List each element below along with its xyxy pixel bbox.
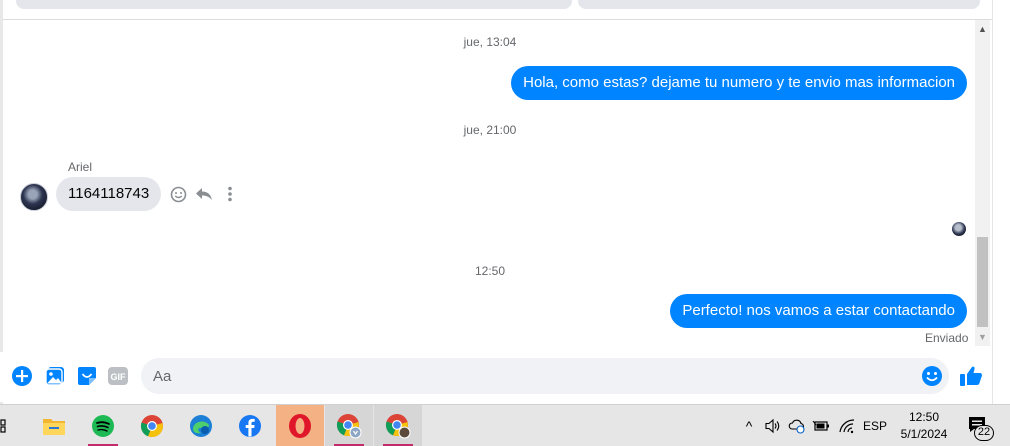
message-outgoing[interactable]: Hola, como estas? dejame tu numero y te … <box>511 66 967 100</box>
notification-count-badge: 22 <box>974 425 994 441</box>
add-icon[interactable] <box>11 365 33 387</box>
seen-avatar <box>952 222 966 236</box>
top-panel-left <box>16 0 572 9</box>
composer: GIF <box>0 352 992 402</box>
clock-date: 5/1/2024 <box>900 427 948 441</box>
message-input[interactable] <box>153 358 913 394</box>
wifi-icon[interactable] <box>836 405 858 446</box>
more-options-icon[interactable] <box>221 185 239 203</box>
task-view-icon[interactable] <box>0 405 17 446</box>
taskbar: ^ ESP 12:50 5/1/2024 22 <box>0 404 1010 446</box>
scrollbar[interactable]: ▲ ▼ <box>975 20 990 346</box>
scroll-thumb[interactable] <box>977 237 988 327</box>
message-actions <box>169 185 239 203</box>
spotify-icon[interactable] <box>79 405 127 446</box>
timestamp: jue, 13:04 <box>463 35 517 49</box>
photo-icon[interactable] <box>44 365 66 387</box>
clock-time: 12:50 <box>908 410 940 424</box>
chrome-icon[interactable] <box>128 405 176 446</box>
facebook-icon[interactable] <box>226 405 274 446</box>
timestamp: 12:50 <box>474 264 506 278</box>
like-icon[interactable] <box>958 363 984 389</box>
gif-icon[interactable]: GIF <box>107 365 129 387</box>
onedrive-sync-icon[interactable] <box>786 405 808 446</box>
chrome-profile-icon[interactable] <box>374 405 422 446</box>
scroll-up-arrow-icon[interactable]: ▲ <box>975 22 990 36</box>
message-incoming[interactable]: 1164118743 <box>56 177 162 211</box>
edge-icon[interactable] <box>177 405 225 446</box>
page: jue, 13:04 Hola, como estas? dejame tu n… <box>0 0 1010 446</box>
timestamp: jue, 21:00 <box>463 123 517 137</box>
volume-icon[interactable] <box>762 405 784 446</box>
top-strip <box>0 0 1010 22</box>
react-emoji-icon[interactable] <box>169 185 187 203</box>
language-indicator[interactable]: ESP <box>860 405 890 446</box>
message-outgoing[interactable]: Perfecto! nos vamos a estar contactando <box>670 294 967 328</box>
top-panel-right <box>578 0 980 9</box>
battery-icon[interactable] <box>810 405 832 446</box>
message-input-box[interactable] <box>141 358 949 394</box>
file-explorer-icon[interactable] <box>30 405 78 446</box>
message-list: jue, 13:04 Hola, como estas? dejame tu n… <box>3 20 975 350</box>
chrome-profile-icon[interactable] <box>325 405 373 446</box>
sender-name: Ariel <box>68 160 93 174</box>
emoji-icon[interactable] <box>921 365 943 387</box>
clock[interactable]: 12:50 5/1/2024 <box>893 409 955 443</box>
reply-icon[interactable] <box>195 185 213 203</box>
scroll-down-arrow-icon[interactable]: ▼ <box>975 330 990 344</box>
show-hidden-icons-chevron-icon[interactable]: ^ <box>738 405 760 446</box>
opera-icon[interactable] <box>276 405 324 446</box>
avatar[interactable] <box>20 183 48 211</box>
sticker-icon[interactable] <box>76 365 98 387</box>
right-edge <box>992 0 1010 404</box>
gif-label: GIF <box>111 372 127 382</box>
message-status: Enviado <box>925 331 969 345</box>
